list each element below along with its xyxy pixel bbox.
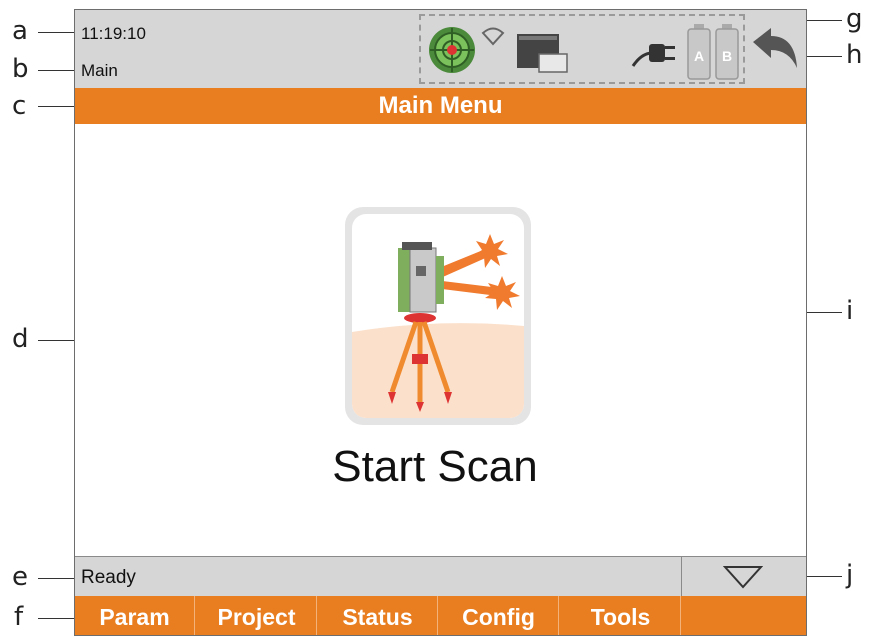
wifi-icon — [481, 27, 505, 46]
softkey-project[interactable]: Project — [197, 596, 317, 635]
battery-b-icon: B — [715, 24, 739, 80]
callout-f: f — [14, 602, 24, 632]
callout-g: g — [846, 4, 863, 34]
callout-d: d — [12, 324, 29, 354]
top-status-bar: 11:19:10 Main A B — [75, 10, 806, 88]
battery-b-label: B — [722, 48, 732, 64]
callout-i: i — [846, 296, 854, 326]
start-scan-tile[interactable] — [345, 207, 531, 425]
power-plug-icon — [631, 44, 675, 67]
softkey-config[interactable]: Config — [439, 596, 559, 635]
callout-j: j — [846, 560, 854, 590]
callout-h: h — [846, 40, 863, 70]
scanner-tripod-icon — [352, 234, 524, 418]
callout-a: a — [12, 16, 28, 46]
softkey-status[interactable]: Status — [318, 596, 438, 635]
message-status-bar: Ready — [75, 556, 806, 596]
triangle-down-icon[interactable] — [723, 565, 763, 589]
status-divider — [681, 557, 682, 596]
memory-card-icon — [517, 34, 568, 73]
status-icons-group: A B — [419, 14, 745, 84]
back-arrow-icon[interactable] — [751, 28, 799, 70]
device-screen: 11:19:10 Main A B Main Menu Start Scan R… — [74, 9, 807, 636]
softkey-tools[interactable]: Tools — [561, 596, 681, 635]
main-content-area: Start Scan — [75, 124, 806, 556]
callout-e: e — [12, 562, 28, 592]
current-screen-name: Main — [81, 61, 118, 80]
battery-a-icon: A — [687, 24, 711, 80]
callout-c: c — [12, 91, 27, 121]
clock-time: 11:19:10 — [81, 24, 146, 43]
title-bar: Main Menu — [75, 88, 806, 124]
softkey-bar: Param Project Status Config Tools — [75, 596, 806, 635]
callout-b: b — [12, 54, 29, 84]
softkey-param[interactable]: Param — [75, 596, 195, 635]
start-scan-label[interactable]: Start Scan — [255, 442, 615, 492]
softkey-empty[interactable] — [682, 596, 806, 635]
tile-face — [352, 214, 524, 418]
level-bubble-icon[interactable] — [427, 24, 477, 76]
status-message: Ready — [81, 567, 136, 588]
battery-a-label: A — [694, 48, 704, 64]
